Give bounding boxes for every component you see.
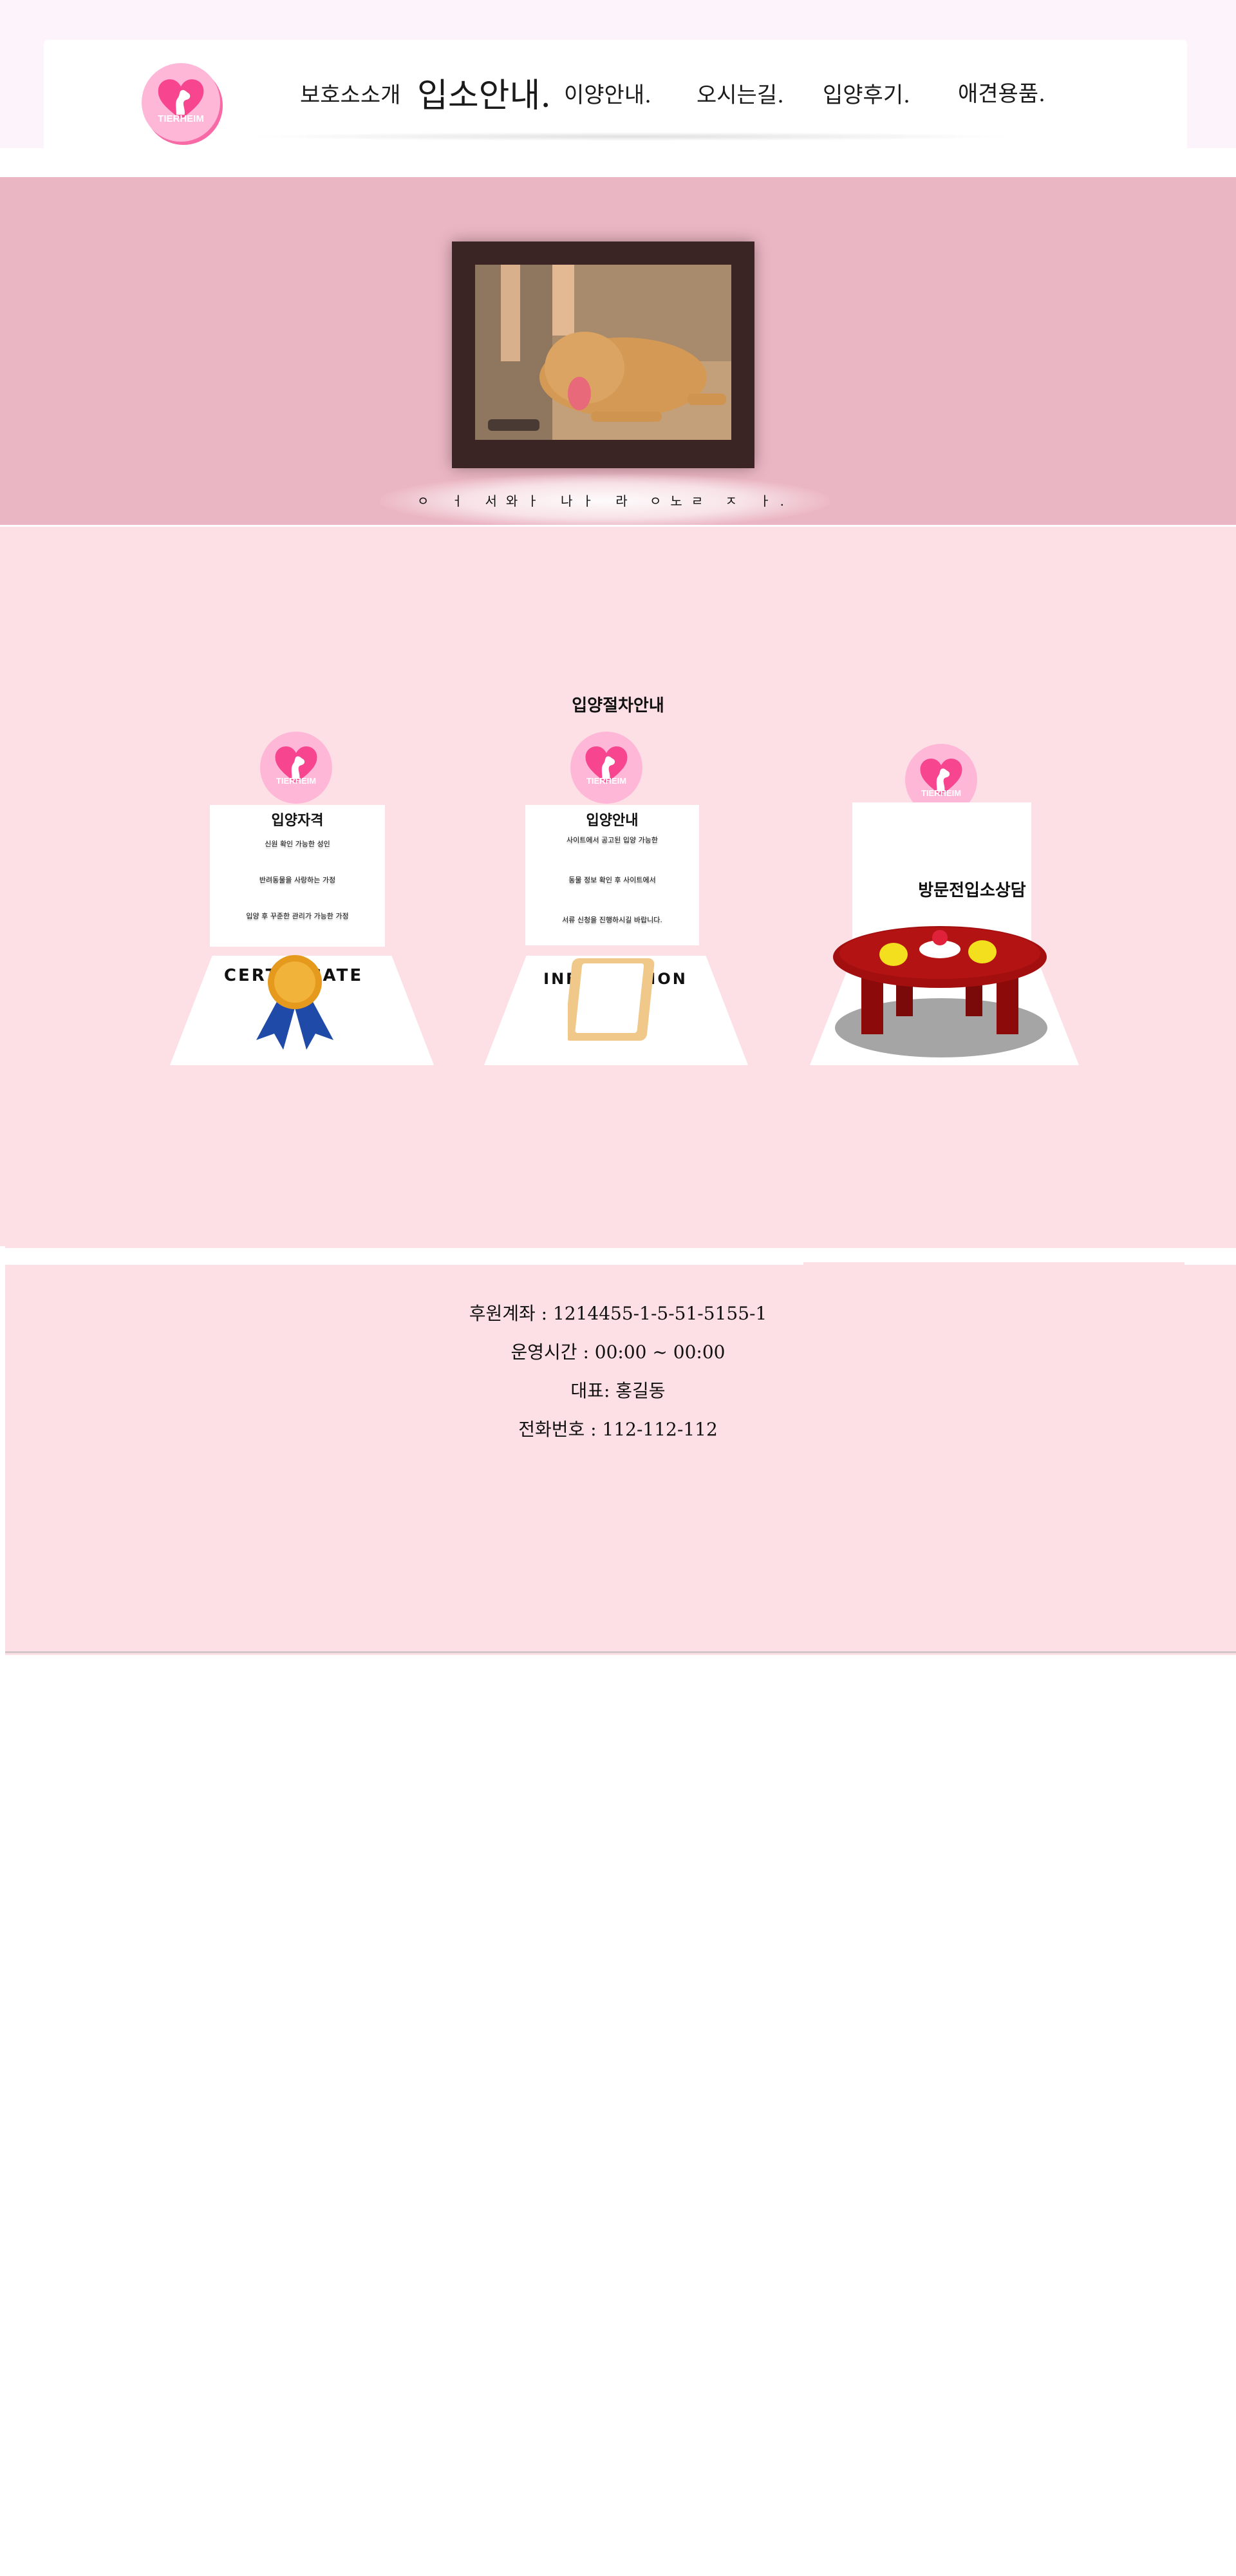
footer-bottom-divider: [5, 1651, 1236, 1653]
step-card-information: 입양안내 사이트에서 공고된 입양 가능한 동물 정보 확인 후 사이트에서 서…: [525, 805, 699, 945]
nav-supplies[interactable]: 애견용품.: [958, 76, 1045, 108]
nav-reviews[interactable]: 입양후기.: [823, 77, 910, 109]
header-divider: [0, 148, 1236, 177]
site-logo[interactable]: TIERHEIM: [142, 63, 220, 142]
logo-text: TIERHEIM: [586, 776, 627, 786]
card-line: 서류 신청을 진행하시길 바랍니다.: [562, 916, 662, 924]
nav-about[interactable]: 보호소소개: [300, 77, 400, 109]
hero-caption: ㅇ ㅓ 서와ㅏ 나ㅏ 라 ㅇ노ㄹ ㅈ ㅏ.: [417, 493, 794, 509]
card-line: 동물 정보 확인 후 사이트에서: [568, 876, 656, 884]
footer-top-divider: [5, 1257, 803, 1265]
footer-phone: 전화번호 : 112-112-112: [518, 1419, 718, 1440]
card-logo: TIERHEIM: [570, 732, 642, 804]
card-line: 사이트에서 공고된 입양 가능한: [566, 836, 659, 844]
golden-retriever-image: [475, 265, 731, 440]
logo-text: TIERHEIM: [158, 113, 204, 125]
clipboard-icon: [568, 958, 655, 1041]
card-logo: TIERHEIM: [260, 732, 332, 804]
dog-photo: [475, 265, 731, 440]
card-line: 반려동물을 사랑하는 가정: [259, 876, 336, 884]
footer-left-bar: [0, 1246, 5, 1658]
medal-icon: [256, 955, 333, 1050]
footer-representative: 대표: 홍길동: [570, 1380, 666, 1401]
card-line: 신원 확인 가능한 성인: [265, 840, 330, 848]
logo-text: TIERHEIM: [276, 776, 317, 786]
footer-hours: 운영시간 : 00:00 ~ 00:00: [510, 1341, 726, 1363]
nav-shadow: [245, 132, 1017, 141]
logo-text: TIERHEIM: [921, 788, 962, 799]
table-icon: [833, 926, 1047, 1057]
nav-directions[interactable]: 오시는길.: [697, 77, 784, 109]
step-card-qualification: 입양자격 신원 확인 가능한 성인 반려동물을 사랑하는 가정 입양 후 꾸준한…: [210, 805, 385, 947]
card-line: 입양 후 꾸준한 관리가 가능한 가정: [246, 912, 349, 920]
nav-admission[interactable]: 입소안내.: [417, 68, 551, 117]
footer-top-divider: [1184, 1257, 1236, 1265]
card-title: 입양자격: [271, 812, 324, 829]
card-title: 입양안내: [586, 812, 639, 829]
footer-account: 후원계좌 : 1214455-1-5-51-5155-1: [469, 1303, 767, 1324]
photo-frame: [452, 242, 754, 468]
nav-transfer[interactable]: 이양안내.: [564, 77, 651, 109]
section-title: 입양절차안내: [572, 696, 664, 715]
card-title: 방문전입소상담: [918, 881, 1026, 900]
